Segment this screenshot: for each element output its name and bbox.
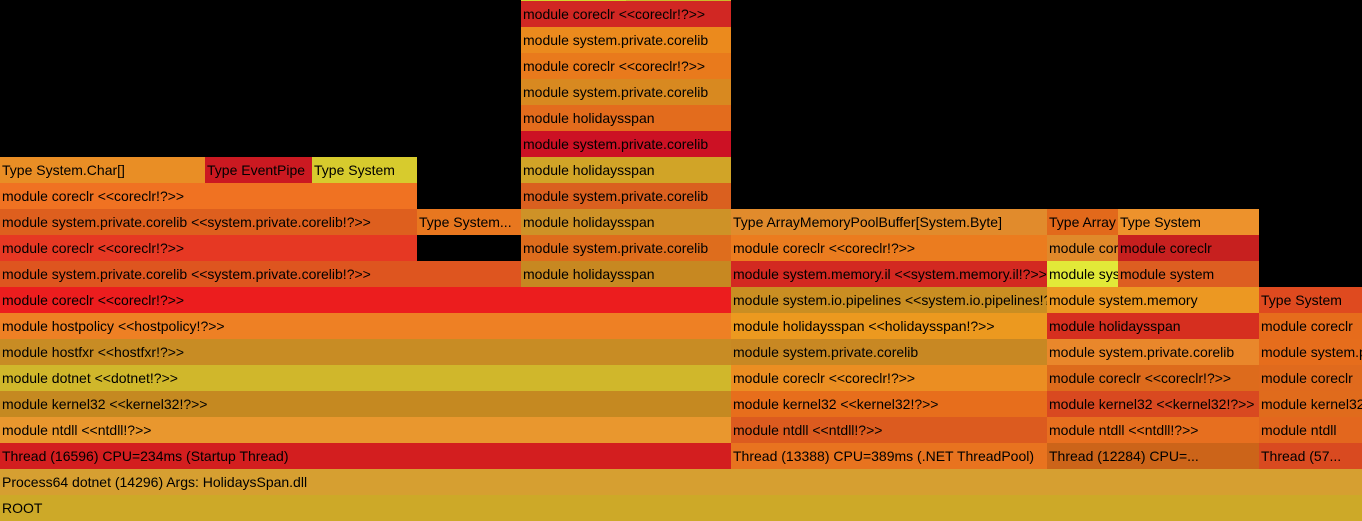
flame-frame[interactable]: module coreclr <<coreclr!?>>	[521, 1, 731, 27]
flame-frame[interactable]: module system	[1118, 261, 1259, 287]
flame-frame[interactable]: Type EventPipe	[205, 157, 312, 183]
flame-frame[interactable]: module hostpolicy <<hostpolicy!?>>	[0, 313, 731, 339]
flame-frame[interactable]: module system.private.corelib	[1047, 339, 1259, 365]
flame-frame[interactable]: module coreclr	[1047, 235, 1118, 261]
flame-frame[interactable]: module system.private.corelib <<system.p…	[0, 209, 417, 235]
flame-frame[interactable]: Thread (16596) CPU=234ms (Startup Thread…	[0, 443, 731, 469]
flame-frame[interactable]: module system.memory	[1047, 287, 1259, 313]
flame-frame[interactable]: module system.io.pipelines <<system.io.p…	[731, 287, 1047, 313]
flame-frame[interactable]: module coreclr <<coreclr!?>>	[731, 365, 1047, 391]
flame-frame[interactable]: module coreclr <<coreclr!?>>	[521, 53, 731, 79]
flame-frame[interactable]: module system.private.corelib <<system.p…	[0, 261, 521, 287]
flame-frame[interactable]: module holidaysspan	[521, 157, 731, 183]
flame-frame[interactable]: Type System	[626, 0, 731, 1]
flame-frame[interactable]: module system.memory.il <<system.memory.…	[731, 261, 1047, 287]
flame-frame[interactable]: module system.private.corelib	[731, 339, 1047, 365]
flame-frame[interactable]: module ntdll <<ntdll!?>>	[1047, 417, 1259, 443]
flame-frame[interactable]: module holidaysspan <<holidaysspan!?>>	[731, 313, 1047, 339]
flame-frame[interactable]: Type Array	[1047, 209, 1118, 235]
flame-frame[interactable]: module holidaysspan	[1047, 313, 1259, 339]
flame-frame[interactable]: module hostfxr <<hostfxr!?>>	[0, 339, 731, 365]
flame-frame[interactable]: module ntdll <<ntdll!?>>	[0, 417, 731, 443]
flame-frame[interactable]: Process64 dotnet (14296) Args: HolidaysS…	[0, 469, 1362, 495]
flame-frame[interactable]: Type System.Char[]	[0, 157, 205, 183]
flame-frame[interactable]: module holidaysspan	[521, 261, 731, 287]
flame-frame[interactable]: module holidaysspan	[521, 209, 731, 235]
flame-frame[interactable]: module system.private.corelib	[521, 235, 731, 261]
flame-frame[interactable]: module system.private.corelib	[521, 27, 731, 53]
flame-frame[interactable]: module coreclr <<coreclr!?>>	[0, 183, 417, 209]
flame-frame[interactable]: module system.private.corelib	[521, 131, 731, 157]
flame-frame[interactable]: module system.private.corelib	[521, 79, 731, 105]
flame-frame[interactable]: module coreclr	[1118, 235, 1259, 261]
flame-frame[interactable]: module system	[1047, 261, 1118, 287]
flame-frame[interactable]: module coreclr <<coreclr!?>>	[731, 235, 1047, 261]
flame-frame[interactable]: Thread (57...	[1259, 443, 1362, 469]
flame-frame[interactable]: module kernel32 <<kernel32!?>>	[1047, 391, 1259, 417]
flame-frame[interactable]: module system.private	[1259, 339, 1362, 365]
flame-frame[interactable]: module coreclr <<coreclr!?>>	[0, 235, 417, 261]
flame-frame[interactable]: module holidaysspan	[521, 105, 731, 131]
flame-frame[interactable]: module dotnet <<dotnet!?>>	[0, 365, 731, 391]
flame-frame[interactable]: module coreclr	[1259, 365, 1362, 391]
flame-frame[interactable]: module coreclr	[1259, 313, 1362, 339]
flame-frame[interactable]: Type System...	[417, 209, 521, 235]
flame-frame[interactable]: module ntdll	[1259, 417, 1362, 443]
flame-frame[interactable]: module ntdll <<ntdll!?>>	[731, 417, 1047, 443]
flame-frame[interactable]: Thread (13388) CPU=389ms (.NET ThreadPoo…	[731, 443, 1047, 469]
flame-frame[interactable]: module coreclr <<coreclr!?>>	[1047, 365, 1259, 391]
flame-frame[interactable]: ROOT	[0, 495, 1362, 521]
flame-frame[interactable]: module kernel32	[1259, 391, 1362, 417]
flame-frame[interactable]: Thread (12284) CPU=...	[1047, 443, 1259, 469]
flame-frame[interactable]: module coreclr <<coreclr!?>>	[0, 287, 731, 313]
flame-frame[interactable]: Type System	[521, 0, 626, 1]
flame-frame[interactable]: module system.private.corelib	[521, 183, 731, 209]
flame-frame[interactable]: Type ArrayMemoryPoolBuffer[System.Byte]	[731, 209, 1047, 235]
flame-frame[interactable]: module kernel32 <<kernel32!?>>	[731, 391, 1047, 417]
flame-frame[interactable]: module kernel32 <<kernel32!?>>	[0, 391, 731, 417]
flamegraph-stage: ROOTProcess64 dotnet (14296) Args: Holid…	[0, 0, 1362, 521]
flame-frame[interactable]: Type System	[312, 157, 417, 183]
flame-frame[interactable]: Type System	[1118, 209, 1259, 235]
flame-frame[interactable]: Type System	[1259, 287, 1362, 313]
